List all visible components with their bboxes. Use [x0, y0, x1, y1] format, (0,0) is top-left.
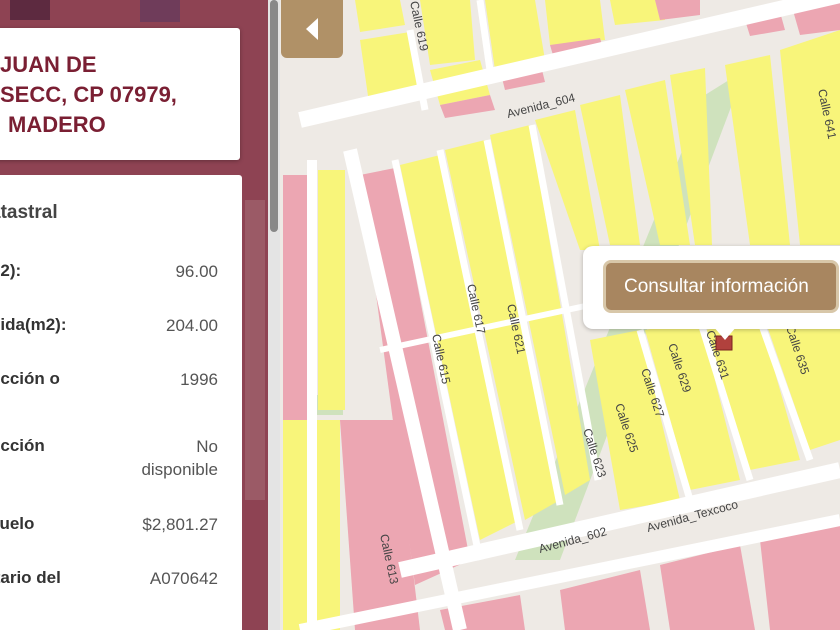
catastral-row: uida(m2): 204.00 [0, 314, 218, 364]
popup-tail [713, 326, 737, 340]
row-label: ucción o [0, 369, 60, 388]
row-label: suelo [0, 514, 35, 533]
row-value: 96.00 [175, 262, 218, 281]
catastral-row: n2): 96.00 [0, 260, 218, 310]
row-value: A070642 [149, 569, 218, 588]
row-value: 1996 [180, 370, 218, 389]
row-value: $2,801.27 [142, 515, 218, 534]
row-label: ucción [0, 436, 45, 455]
row-value: 204.00 [166, 316, 218, 335]
address-line-3: MADERO [8, 112, 106, 137]
catastral-row: ucción Nodisponible [0, 435, 218, 495]
catastral-title: atastral [0, 202, 58, 223]
info-panel: JUAN DE SECC, CP 07979, MADERO atastral … [0, 0, 268, 630]
row-value: No disponible [141, 437, 218, 479]
row-label: n2): [0, 261, 22, 280]
row-label: uida(m2): [0, 315, 67, 334]
catastral-card: atastral n2): 96.00 uida(m2): 204.00 ucc… [0, 175, 242, 630]
address-card: JUAN DE SECC, CP 07979, MADERO [0, 28, 240, 160]
address-line-2: SECC, CP 07979, [0, 82, 177, 107]
catastral-row: itario del A070642 [0, 567, 218, 617]
row-label: itario del [0, 568, 61, 587]
address-line-1: JUAN DE [0, 52, 97, 77]
catastral-row: ucción o 1996 [0, 368, 218, 418]
collapse-panel-button[interactable] [281, 0, 343, 58]
scroll-thumb[interactable] [270, 0, 278, 232]
catastral-row: suelo $2,801.27 [0, 513, 218, 563]
address-text: JUAN DE SECC, CP 07979, MADERO [0, 50, 230, 140]
consultar-informacion-button[interactable]: Consultar información [603, 260, 839, 313]
panel-scrollbar[interactable] [268, 0, 280, 630]
chevron-left-icon [306, 18, 318, 40]
